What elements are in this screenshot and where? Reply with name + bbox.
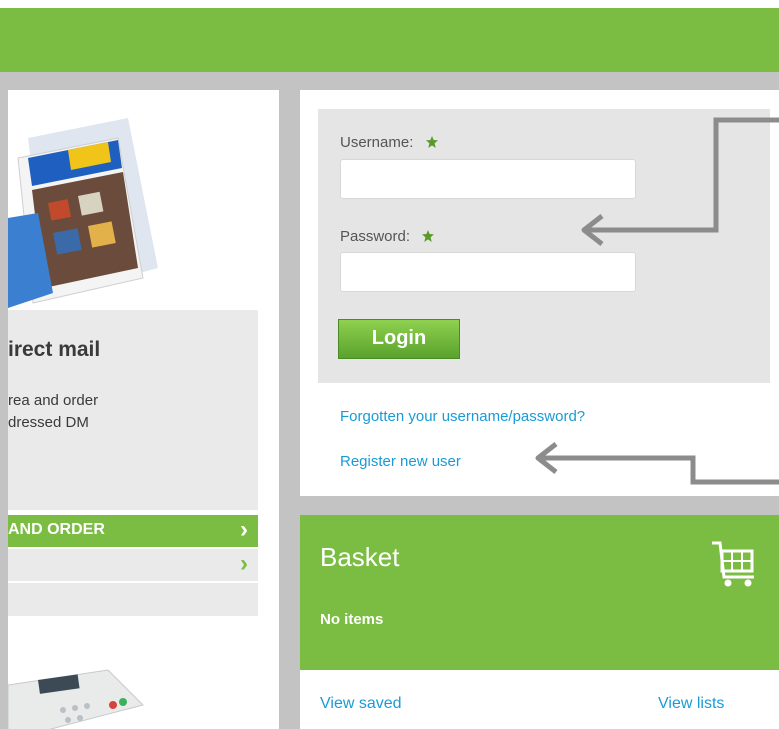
- chevron-right-icon: ›: [240, 516, 248, 543]
- star-icon: [422, 230, 435, 242]
- printer-image[interactable]: [8, 665, 148, 729]
- basket-empty-text: No items: [320, 611, 384, 628]
- basket-panel: Basket No items: [300, 515, 779, 670]
- nav-item-order-label: AND ORDER: [8, 521, 105, 538]
- login-button[interactable]: Login: [338, 319, 460, 359]
- chevron-right-icon: ›: [240, 550, 248, 577]
- password-label: Password:: [340, 228, 435, 245]
- register-new-user-link[interactable]: Register new user: [340, 453, 461, 470]
- nav-item-2[interactable]: ›: [8, 549, 258, 581]
- username-label: Username:: [340, 134, 438, 151]
- basket-links: View saved View lists: [300, 670, 779, 729]
- basket-title: Basket: [320, 542, 400, 572]
- nav-item-order[interactable]: AND ORDER ›: [8, 515, 258, 547]
- star-icon: [425, 136, 438, 148]
- direct-mail-title: irect mail: [8, 338, 101, 361]
- password-input[interactable]: [340, 252, 636, 292]
- forgot-password-link[interactable]: Forgotten your username/password?: [340, 408, 585, 425]
- left-panel: irect mail rea and order dressed DM AND …: [8, 90, 279, 729]
- direct-mail-description: rea and order dressed DM: [8, 392, 99, 431]
- view-lists-link[interactable]: View lists: [658, 695, 724, 713]
- header-bar: [0, 8, 779, 72]
- login-panel: Username: Password: Login Forgotten your…: [300, 90, 779, 496]
- login-form: Username: Password: Login: [318, 109, 770, 383]
- username-input[interactable]: [340, 159, 636, 199]
- top-border: [0, 0, 779, 8]
- nav-item-3[interactable]: [8, 583, 258, 616]
- cart-icon[interactable]: [710, 537, 758, 589]
- view-saved-link[interactable]: View saved: [320, 695, 402, 713]
- catalogue-image[interactable]: [8, 98, 168, 308]
- direct-mail-box: irect mail rea and order dressed DM: [8, 310, 258, 510]
